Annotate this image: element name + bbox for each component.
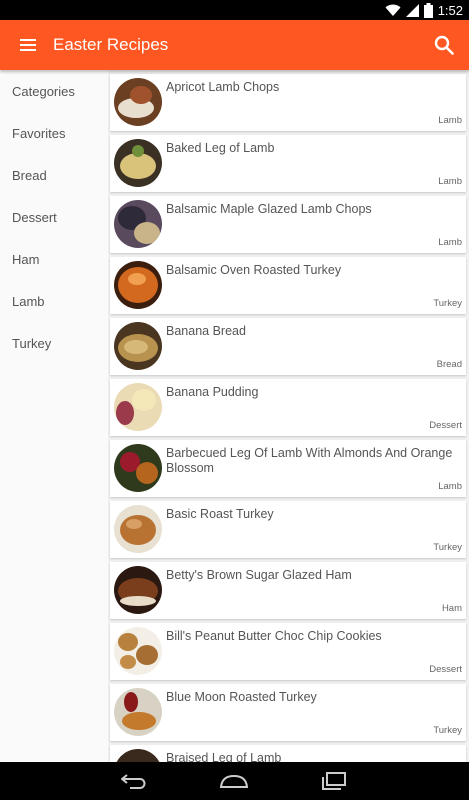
- recipe-category: Lamb: [438, 115, 462, 126]
- recipe-card[interactable]: Balsamic Oven Roasted Turkey Turkey: [110, 257, 466, 314]
- sidebar-item-favorites[interactable]: Favorites: [12, 126, 65, 141]
- recipe-card[interactable]: Banana Bread Bread: [110, 318, 466, 375]
- recipe-thumbnail: [114, 261, 162, 309]
- battery-icon: [423, 2, 433, 18]
- recipe-card[interactable]: Banana Pudding Dessert: [110, 379, 466, 436]
- recipe-title: Banana Pudding: [166, 385, 259, 399]
- recipe-category: Turkey: [433, 298, 462, 309]
- recent-apps-button[interactable]: [319, 770, 349, 792]
- home-icon: [219, 774, 249, 788]
- search-button[interactable]: [431, 32, 457, 58]
- app-title: Easter Recipes: [53, 35, 169, 54]
- recipe-category: Turkey: [433, 542, 462, 553]
- recipe-title: Betty's Brown Sugar Glazed Ham: [166, 568, 352, 582]
- recipe-thumbnail: [114, 688, 162, 736]
- back-icon: [121, 774, 146, 789]
- recipe-card[interactable]: Apricot Lamb Chops Lamb: [110, 74, 466, 131]
- recipe-card[interactable]: Balsamic Maple Glazed Lamb Chops Lamb: [110, 196, 466, 253]
- recipe-title: Blue Moon Roasted Turkey: [166, 690, 317, 704]
- recipe-category: Bread: [436, 359, 462, 370]
- recipe-thumbnail: [114, 505, 162, 553]
- recipe-thumbnail: [114, 749, 162, 762]
- recipe-card[interactable]: Baked Leg of Lamb Lamb: [110, 135, 466, 192]
- recipe-category: Dessert: [429, 664, 462, 675]
- category-sidebar: Categories Favorites Bread Dessert Ham L…: [0, 70, 108, 762]
- sidebar-item-turkey[interactable]: Turkey: [12, 336, 51, 351]
- recipe-card[interactable]: Betty's Brown Sugar Glazed Ham Ham: [110, 562, 466, 619]
- recipe-card[interactable]: Bill's Peanut Butter Choc Chip Cookies D…: [110, 623, 466, 680]
- recipe-thumbnail: [114, 322, 162, 370]
- recipe-category: Ham: [441, 603, 462, 614]
- sidebar-item-dessert[interactable]: Dessert: [12, 210, 57, 225]
- recipe-title: Basic Roast Turkey: [166, 507, 274, 521]
- recipe-category: Lamb: [438, 237, 462, 248]
- recipe-title: Braised Leg of Lamb: [166, 751, 282, 762]
- recipe-thumbnail: [114, 200, 162, 248]
- recipe-category: Lamb: [438, 481, 462, 492]
- app-bar: Easter Recipes: [0, 20, 469, 70]
- recipe-title: Balsamic Maple Glazed Lamb Chops: [166, 202, 372, 216]
- menu-button[interactable]: [14, 33, 42, 57]
- cellular-signal-icon: [405, 3, 419, 17]
- recipe-title: Balsamic Oven Roasted Turkey: [166, 263, 342, 277]
- recipe-thumbnail: [114, 139, 162, 187]
- navigation-bar: [0, 762, 469, 800]
- recipe-thumbnail: [114, 444, 162, 492]
- status-time: 1:52: [437, 2, 463, 18]
- recipe-card[interactable]: Barbecued Leg Of Lamb With Almonds And O…: [110, 440, 466, 497]
- recipe-title: Bill's Peanut Butter Choc Chip Cookies: [166, 629, 382, 643]
- recipe-thumbnail: [114, 566, 162, 614]
- wifi-icon: [385, 4, 401, 16]
- recipe-thumbnail: [114, 383, 162, 431]
- back-button[interactable]: [119, 770, 149, 792]
- recipe-thumbnail: [114, 78, 162, 126]
- home-button[interactable]: [219, 770, 249, 792]
- hamburger-menu-icon: [20, 39, 36, 51]
- recipe-title: Barbecued Leg Of Lamb With Almonds And O…: [166, 446, 453, 475]
- recipe-card[interactable]: Blue Moon Roasted Turkey Turkey: [110, 684, 466, 741]
- recipe-card[interactable]: Braised Leg of Lamb: [110, 745, 466, 762]
- recipe-card[interactable]: Basic Roast Turkey Turkey: [110, 501, 466, 558]
- recipe-title: Banana Bread: [166, 324, 246, 338]
- recipe-list[interactable]: Apricot Lamb Chops Lamb Baked Leg of Lam…: [108, 70, 469, 762]
- sidebar-item-ham[interactable]: Ham: [12, 252, 39, 267]
- sidebar-item-categories[interactable]: Categories: [12, 84, 75, 99]
- recipe-title: Baked Leg of Lamb: [166, 141, 275, 155]
- sidebar-item-bread[interactable]: Bread: [12, 168, 47, 183]
- status-icons: 1:52: [385, 2, 463, 18]
- recipe-category: Lamb: [438, 176, 462, 187]
- recipe-category: Turkey: [433, 725, 462, 736]
- recipe-category: Dessert: [429, 420, 462, 431]
- search-icon: [434, 35, 454, 55]
- recipe-thumbnail: [114, 627, 162, 675]
- recipe-title: Apricot Lamb Chops: [166, 80, 280, 94]
- recent-apps-icon: [322, 772, 346, 790]
- status-bar: 1:52: [0, 0, 469, 20]
- sidebar-item-lamb[interactable]: Lamb: [12, 294, 45, 309]
